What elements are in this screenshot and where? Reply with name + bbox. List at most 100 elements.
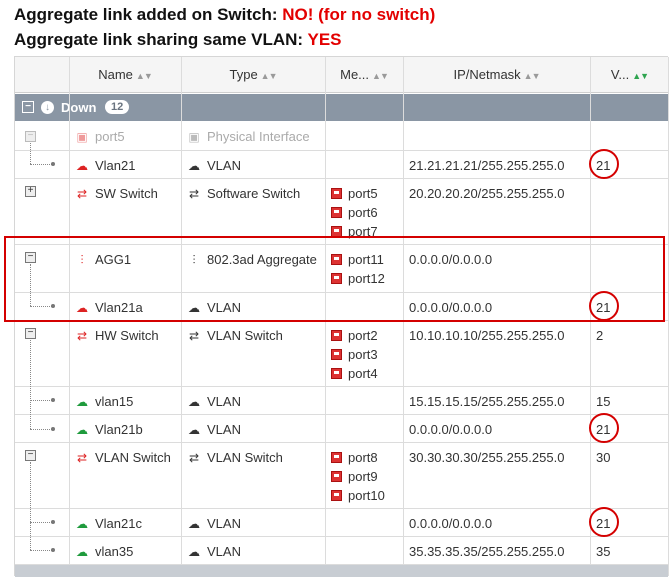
interface-name-vlan-switch[interactable]: ⇄ VLAN Switch — [75, 450, 171, 465]
column-members-label: Me... — [340, 67, 370, 82]
annotation-circle — [589, 291, 619, 321]
port-icon — [331, 452, 342, 463]
column-header-type[interactable]: Type ▲▼ — [181, 57, 325, 93]
name-text: port5 — [95, 129, 125, 144]
expand-toggle-icon[interactable]: + — [25, 186, 36, 197]
type-text: VLAN Switch — [207, 328, 283, 343]
column-name-label: Name — [98, 67, 133, 82]
vlan-id: 35 — [596, 544, 611, 559]
sort-icon: ▲▼ — [523, 71, 541, 81]
arrow-down-icon: ↓ — [41, 101, 54, 114]
interface-type: ☁ VLAN — [187, 422, 241, 437]
table-bottom-bar — [15, 565, 668, 577]
ip-netmask: 0.0.0.0/0.0.0.0 — [409, 422, 493, 437]
column-vlan-label: V... — [610, 67, 630, 82]
type-text: VLAN — [207, 544, 241, 559]
member-port: port5 — [331, 186, 378, 201]
interface-name-hw-switch[interactable]: ⇄ HW Switch — [75, 328, 159, 343]
collapse-toggle-icon[interactable]: − — [25, 450, 36, 461]
member-port: port10 — [331, 488, 385, 503]
vlan-cloud-icon: ☁ — [76, 423, 88, 437]
port-icon — [331, 349, 342, 360]
interface-type: ▣ Physical Interface — [187, 129, 310, 144]
member-text: port4 — [348, 366, 378, 381]
ip-netmask: 30.30.30.30/255.255.255.0 — [409, 450, 565, 465]
port-icon — [331, 368, 342, 379]
column-ip-label: IP/Netmask — [453, 67, 521, 82]
vlan-cloud-icon: ☁ — [188, 423, 200, 437]
sort-icon: ▲▼ — [372, 71, 389, 81]
sort-icon: ▲▼ — [135, 71, 153, 81]
member-text: port5 — [348, 186, 378, 201]
port-icon — [331, 471, 342, 482]
interface-name-sw-switch[interactable]: ⇄ SW Switch — [75, 186, 158, 201]
port-icon — [331, 188, 342, 199]
member-port: port4 — [331, 366, 378, 381]
switch-arrows-icon: ⇄ — [188, 329, 200, 343]
ip-netmask: 35.35.35.35/255.255.255.0 — [409, 544, 565, 559]
interface-type: ☁ VLAN — [187, 394, 241, 409]
type-text: VLAN — [207, 516, 241, 531]
name-text: vlan35 — [95, 544, 134, 559]
column-header-vlan-id[interactable]: V... ▲▼ — [590, 57, 669, 93]
annotation-circle — [589, 149, 619, 179]
type-text: VLAN Switch — [207, 450, 283, 465]
interface-type: ⇄ VLAN Switch — [187, 328, 283, 343]
name-text: VLAN Switch — [95, 450, 171, 465]
member-text: port2 — [348, 328, 378, 343]
table-header: Name ▲▼ Type ▲▼ Me... ▲▼ IP/Netmask ▲▼ V... ▲… — [15, 57, 668, 93]
group-row-down[interactable]: − ↓ Down 12 — [15, 94, 668, 121]
interface-name-port5[interactable]: ▣ port5 — [75, 129, 125, 144]
name-text: HW Switch — [95, 328, 159, 343]
vlan-cloud-icon: ☁ — [76, 545, 88, 559]
member-port: port9 — [331, 469, 378, 484]
interface-name-vlan21b[interactable]: ☁ Vlan21b — [75, 422, 143, 437]
member-port: port6 — [331, 205, 378, 220]
interface-name-vlan21c[interactable]: ☁ Vlan21c — [75, 516, 142, 531]
name-text: Vlan21 — [95, 158, 136, 173]
member-text: port10 — [348, 488, 385, 503]
member-port: port8 — [331, 450, 378, 465]
caption-2-label: Aggregate link sharing same VLAN: — [14, 30, 308, 49]
interface-type: ⇄ VLAN Switch — [187, 450, 283, 465]
port-icon — [331, 330, 342, 341]
vlan-cloud-icon: ☁ — [188, 395, 200, 409]
column-header-members[interactable]: Me... ▲▼ — [325, 57, 403, 93]
interface-name-vlan35[interactable]: ☁ vlan35 — [75, 544, 133, 559]
vlan-id: 30 — [596, 450, 611, 465]
member-text: port9 — [348, 469, 378, 484]
vlan-id: 15 — [596, 394, 611, 409]
collapse-toggle-icon[interactable]: − — [22, 101, 34, 113]
name-text: SW Switch — [95, 186, 158, 201]
annotation-highlight-box — [4, 236, 665, 322]
ip-netmask: 0.0.0.0/0.0.0.0 — [409, 516, 493, 531]
vlan-cloud-icon: ☁ — [188, 545, 200, 559]
column-header-name[interactable]: Name ▲▼ — [69, 57, 181, 93]
physical-interface-icon: ▣ — [188, 130, 200, 144]
vlan-cloud-icon: ☁ — [76, 159, 88, 173]
name-text: Vlan21b — [95, 422, 143, 437]
interface-name-vlan21[interactable]: ☁ Vlan21 — [75, 158, 135, 173]
switch-arrows-icon: ⇄ — [76, 329, 88, 343]
switch-arrows-icon: ⇄ — [76, 187, 88, 201]
ip-netmask: 15.15.15.15/255.255.255.0 — [409, 394, 565, 409]
annotation-circle — [589, 507, 619, 537]
collapse-toggle-icon[interactable]: − — [25, 328, 36, 339]
collapse-toggle-icon[interactable]: − — [25, 131, 36, 142]
interface-type: ☁ VLAN — [187, 544, 241, 559]
column-header-ip-netmask[interactable]: IP/Netmask ▲▼ — [403, 57, 590, 93]
port-icon — [331, 207, 342, 218]
type-text: Software Switch — [207, 186, 301, 201]
type-text: VLAN — [207, 394, 241, 409]
annotation-circle — [589, 413, 619, 443]
type-text: Physical Interface — [207, 129, 310, 144]
member-port: port2 — [331, 328, 378, 343]
type-text: VLAN — [207, 422, 241, 437]
group-label: Down — [61, 100, 97, 115]
interface-name-vlan15[interactable]: ☁ vlan15 — [75, 394, 133, 409]
member-text: port8 — [348, 450, 378, 465]
vlan-id: 2 — [596, 328, 604, 343]
member-port: port3 — [331, 347, 378, 362]
switch-arrows-icon: ⇄ — [188, 187, 200, 201]
name-text: vlan15 — [95, 394, 134, 409]
